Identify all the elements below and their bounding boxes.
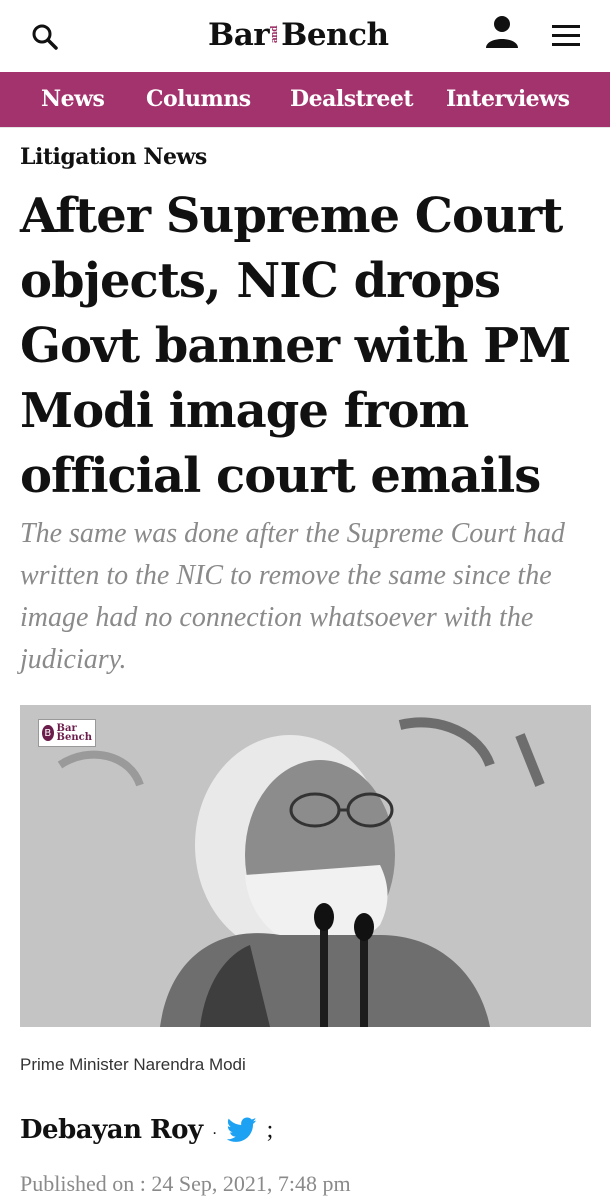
user-icon[interactable] xyxy=(484,14,520,50)
twitter-icon[interactable] xyxy=(226,1117,257,1143)
search-icon[interactable] xyxy=(30,22,60,52)
site-logo[interactable]: Bar and Bench xyxy=(208,17,389,53)
nav-item-news[interactable]: News xyxy=(41,86,105,112)
byline-semicolon: ; xyxy=(266,1116,274,1143)
section-label[interactable]: Litigation News xyxy=(20,144,590,170)
logo-bench-text: Bench xyxy=(281,17,389,53)
logo-and-text: and xyxy=(270,26,281,44)
image-badge: B xyxy=(42,725,54,741)
portrait-illustration xyxy=(20,705,591,1027)
image-caption: Prime Minister Narendra Modi xyxy=(20,1055,246,1074)
main-nav: News Columns Dealstreet Interviews xyxy=(0,72,610,128)
hamburger-menu-icon[interactable] xyxy=(550,22,582,50)
byline-separator: . xyxy=(212,1121,217,1138)
published-date: Published on : 24 Sep, 2021, 7:48 pm xyxy=(20,1171,351,1196)
byline: Debayan Roy . ; xyxy=(20,1115,590,1145)
image-watermark: B Bar Bench xyxy=(38,719,96,747)
article-title: After Supreme Court objects, NIC drops G… xyxy=(20,188,571,504)
logo-bar-text: Bar xyxy=(208,17,270,53)
image-watermark-bottom: Bench xyxy=(56,732,92,743)
nav-item-interviews[interactable]: Interviews xyxy=(446,86,570,112)
article-content: Litigation News After Supreme Court obje… xyxy=(0,144,610,1197)
author-name[interactable]: Debayan Roy xyxy=(20,1115,203,1145)
site-header: Bar and Bench xyxy=(0,0,610,72)
article-subtitle: The same was done after the Supreme Cour… xyxy=(20,518,565,675)
nav-item-dealstreet[interactable]: Dealstreet xyxy=(290,86,413,112)
nav-item-columns[interactable]: Columns xyxy=(146,86,251,112)
article-image: B Bar Bench xyxy=(20,705,591,1027)
